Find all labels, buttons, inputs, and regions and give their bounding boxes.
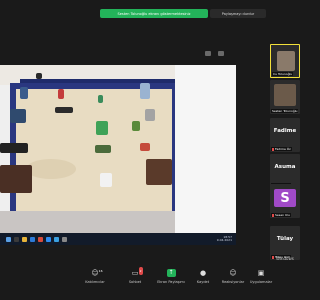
sandtray-photo: [0, 65, 175, 233]
sand-surface: [16, 89, 172, 213]
figurine-icon: [36, 73, 42, 79]
record-icon: ●: [199, 269, 207, 277]
chrome-icon[interactable]: [38, 236, 43, 242]
reactions-button[interactable]: ☺ Reaksiyonlar: [218, 269, 248, 291]
folder-icon[interactable]: [22, 236, 27, 242]
participant-tile[interactable]: Cu Tolunoğlu: [270, 44, 300, 78]
app-icon[interactable]: [62, 236, 67, 242]
figurine-icon: [10, 109, 26, 123]
chat-button[interactable]: ▭ 2 Sohbet: [120, 267, 150, 291]
figurine-icon: [0, 165, 32, 193]
background-area: [175, 65, 236, 233]
windows-activation-hint: Windows: [276, 256, 294, 261]
app-icon[interactable]: [54, 236, 59, 242]
participant-display-name: Asuma: [274, 164, 296, 170]
chat-badge: 2: [138, 267, 143, 275]
zoom-icon[interactable]: [46, 236, 51, 242]
search-icon[interactable]: [14, 236, 19, 242]
figurine-icon: [55, 107, 73, 113]
share-screen-icon: ↑: [166, 269, 176, 277]
apps-button[interactable]: ▣ Uygulamalar: [246, 269, 276, 291]
smiley-icon: ☺: [229, 269, 237, 277]
figurine-icon: [58, 89, 64, 99]
participant-video: [277, 51, 295, 71]
apps-icon: ▣: [257, 269, 265, 277]
participant-tile[interactable]: S Sesen Ulu: [270, 184, 300, 218]
figurine-icon: [95, 145, 111, 153]
participant-display-name: Tülay: [276, 236, 294, 242]
participants-button[interactable]: ☺ 16 Katılımcılar: [80, 269, 110, 291]
participant-avatar: S: [274, 189, 296, 207]
figurine-icon: [140, 143, 150, 151]
edge-icon[interactable]: [30, 236, 35, 242]
participant-name: Sesten Tolunoğlu: [271, 109, 299, 113]
figurine-icon: [140, 83, 150, 99]
participant-name: Sesen Ulu: [271, 213, 291, 217]
participant-tile[interactable]: Sesten Tolunoğlu: [270, 80, 300, 114]
screen-sharing-banner: Sesten Tolunoğlu ekranı göstermektesiniz: [100, 9, 208, 18]
participant-tile[interactable]: Tülay Tülay Güll: [270, 226, 300, 260]
figurine-icon: [96, 121, 108, 135]
minimize-icon[interactable]: [218, 51, 224, 56]
participant-display-name: Fadime: [273, 128, 297, 134]
participant-name: Cu Tolunoğlu: [272, 72, 294, 76]
participants-panel: Cu Tolunoğlu Sesten Tolunoğlu Fadime Fad…: [236, 36, 300, 266]
figurine-icon: [146, 159, 172, 185]
participant-tile[interactable]: Fadime Fadime Öz: [270, 118, 300, 152]
record-button[interactable]: ● Kaydet: [188, 269, 218, 291]
figurine-icon: [145, 109, 155, 121]
figurine-icon: [132, 121, 140, 131]
participant-name: Fadime Öz: [271, 147, 292, 151]
mic-muted-icon: [272, 213, 274, 217]
shared-screen: 18:57 9.04.2021: [0, 65, 236, 245]
people-icon: ☺ 16: [91, 269, 103, 277]
view-options-icon[interactable]: [205, 51, 211, 56]
mic-muted-icon: [272, 147, 274, 151]
meeting-toolbar: ☺ 16 Katılımcılar ▭ 2 Sohbet ↑ Ekran Payla…: [0, 266, 300, 300]
participant-video: [274, 84, 296, 106]
figurine-icon: [20, 87, 28, 99]
figurine-icon: [100, 173, 112, 187]
stop-share-button[interactable]: Paylaşmayı durdur: [210, 9, 266, 18]
figurine-icon: [0, 143, 28, 153]
chat-icon: ▭ 2: [131, 267, 143, 277]
start-icon[interactable]: [6, 236, 11, 242]
participants-count: 16: [98, 269, 103, 273]
windows-taskbar: 18:57 9.04.2021: [0, 233, 236, 245]
mic-muted-icon: [272, 255, 274, 259]
system-clock: 18:57 9.04.2021: [216, 234, 232, 242]
figurine-icon: [98, 95, 103, 103]
participant-tile[interactable]: Asuma Asuma Ka: [270, 154, 300, 188]
share-screen-button[interactable]: ↑ Ekran Paylaşımı: [156, 269, 186, 291]
